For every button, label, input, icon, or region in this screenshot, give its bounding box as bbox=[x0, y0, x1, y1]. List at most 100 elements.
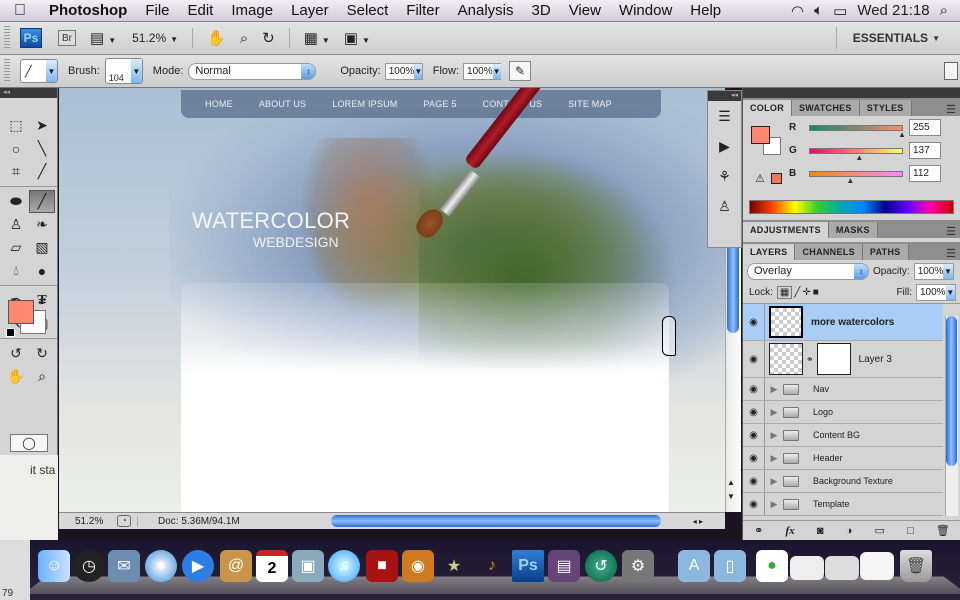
green-slider-handle[interactable]: ▲ bbox=[855, 153, 863, 162]
arrange-documents-icon[interactable]: ▦ ▼ bbox=[304, 29, 330, 47]
green-slider[interactable]: ▲ bbox=[809, 147, 903, 162]
layer-row[interactable]: ◉ ⚭ Layer 3 bbox=[743, 341, 943, 378]
layer-group-row[interactable]: ◉ ▶ Header bbox=[743, 447, 943, 470]
zoom-level-dropdown[interactable]: 51.2% ▼ bbox=[132, 31, 178, 45]
menu-window[interactable]: Window bbox=[610, 0, 681, 22]
tool-preset-picker[interactable]: ╱ ▼ bbox=[20, 59, 58, 83]
quick-mask-button[interactable]: ◯ bbox=[10, 434, 48, 452]
visibility-eye-icon[interactable]: ◉ bbox=[743, 470, 765, 492]
lock-transparency-icon[interactable]: ▦ bbox=[776, 286, 793, 299]
wifi-icon[interactable]: ◠ bbox=[791, 2, 804, 20]
link-layers-icon[interactable]: ⚭ bbox=[754, 524, 763, 537]
dock-front-row-icon[interactable]: ▤ bbox=[548, 550, 580, 582]
document-canvas[interactable]: HOME ABOUT US LOREM IPSUM PAGE 5 CONTACT… bbox=[59, 88, 725, 512]
clone-source-panel-icon[interactable]: ♙ bbox=[708, 191, 741, 221]
default-colors-icon[interactable] bbox=[6, 328, 15, 337]
dock-minimized-window-3[interactable] bbox=[860, 552, 894, 580]
zoom-tool-icon[interactable]: ⌕ bbox=[240, 30, 248, 47]
group-name[interactable]: Logo bbox=[813, 407, 833, 417]
red-slider[interactable]: ▲ bbox=[809, 124, 906, 139]
horizontal-scroll-thumb[interactable] bbox=[331, 515, 661, 527]
group-name[interactable]: Content BG bbox=[813, 430, 860, 440]
flow-input[interactable]: 100% ▼ bbox=[463, 62, 502, 80]
healing-brush-tool-icon[interactable]: ⬬ bbox=[3, 190, 29, 213]
crop-tool-icon[interactable]: ⌗ bbox=[3, 160, 29, 183]
layers-scroll-thumb[interactable] bbox=[946, 316, 957, 466]
group-name[interactable]: Nav bbox=[813, 384, 829, 394]
foreground-color-swatch[interactable] bbox=[8, 300, 34, 324]
visibility-eye-icon[interactable]: ◉ bbox=[743, 341, 765, 377]
collapse-icon[interactable]: ◂◂ bbox=[708, 91, 741, 101]
layer-group-row[interactable]: ◉ ▶ Background Texture bbox=[743, 470, 943, 493]
adjustment-layer-icon[interactable]: ◑ bbox=[846, 525, 853, 537]
dock-itunes-icon[interactable]: ♫ bbox=[328, 550, 360, 582]
new-group-icon[interactable]: ▭ bbox=[874, 524, 884, 537]
scroll-up-icon[interactable]: ▲ bbox=[727, 478, 735, 487]
dock-address-book-icon[interactable]: @ bbox=[220, 550, 252, 582]
history-panel-icon[interactable]: ☰ bbox=[708, 101, 741, 131]
menu-select[interactable]: Select bbox=[338, 0, 398, 22]
panel-menu-icon[interactable]: ☰ bbox=[946, 225, 960, 238]
menu-analysis[interactable]: Analysis bbox=[449, 0, 523, 22]
dock-trash-icon[interactable]: 🗑︎ bbox=[900, 550, 932, 582]
layer-group-row[interactable]: ◉ ▶ Nav bbox=[743, 378, 943, 401]
expand-triangle-icon[interactable]: ▶ bbox=[765, 430, 783, 441]
menu-filter[interactable]: Filter bbox=[397, 0, 448, 22]
brush-tool-icon[interactable]: ╱ bbox=[29, 190, 55, 213]
marquee-tool-icon[interactable]: ⬚ bbox=[3, 114, 29, 137]
dock-document-icon[interactable]: ● bbox=[756, 550, 788, 582]
layer-mask-thumbnail[interactable] bbox=[816, 343, 851, 375]
menu-app-name[interactable]: Photoshop bbox=[40, 0, 136, 22]
expand-triangle-icon[interactable]: ▶ bbox=[765, 499, 783, 510]
panel-dock-icon[interactable] bbox=[944, 62, 958, 80]
layer-row-selected[interactable]: ◉ more watercolors bbox=[743, 304, 943, 341]
layer-name[interactable]: Layer 3 bbox=[859, 354, 892, 365]
panel-header[interactable] bbox=[743, 88, 960, 98]
move-tool-icon[interactable]: ➤ bbox=[29, 114, 55, 137]
tab-masks[interactable]: MASKS bbox=[828, 222, 878, 238]
scroll-left-right-icon[interactable]: ◂ ▸ bbox=[693, 517, 725, 526]
mode-select[interactable]: Normal ↕ bbox=[188, 62, 317, 80]
volume-icon[interactable]: 🔈︎ bbox=[814, 2, 823, 19]
status-info-icon[interactable]: ◔ bbox=[117, 515, 131, 527]
visibility-eye-icon[interactable]: ◉ bbox=[743, 304, 765, 340]
battery-icon[interactable]: ▭ bbox=[833, 2, 847, 20]
rotate-view-icon[interactable]: ↻ bbox=[262, 29, 275, 47]
tab-styles[interactable]: STYLES bbox=[859, 100, 912, 116]
status-zoom[interactable]: 51.2% bbox=[59, 516, 117, 527]
gamut-warning-icon[interactable]: ⚠ bbox=[755, 172, 765, 185]
green-value[interactable]: 137 bbox=[909, 142, 941, 159]
eyedropper-tool-icon[interactable]: ╱ bbox=[29, 160, 55, 183]
color-fg-swatch[interactable] bbox=[751, 126, 770, 144]
expand-triangle-icon[interactable]: ▶ bbox=[765, 453, 783, 464]
dock-applications-folder-icon[interactable]: A bbox=[678, 550, 710, 582]
dodge-tool-icon[interactable]: ● bbox=[29, 259, 55, 282]
menu-3d[interactable]: 3D bbox=[523, 0, 560, 22]
tab-paths[interactable]: PATHS bbox=[862, 244, 909, 260]
actions-panel-icon[interactable]: ▶ bbox=[708, 131, 741, 161]
tab-channels[interactable]: CHANNELS bbox=[795, 244, 863, 260]
link-chain-icon[interactable]: ⚭ bbox=[806, 354, 814, 365]
dock-time-machine-icon[interactable]: ↺ bbox=[585, 550, 617, 582]
blue-slider-handle[interactable]: ▲ bbox=[846, 176, 854, 185]
blue-slider[interactable]: ▲ bbox=[809, 170, 903, 185]
lock-position-icon[interactable]: ✛ bbox=[802, 287, 810, 298]
menu-help[interactable]: Help bbox=[681, 0, 730, 22]
tab-layers[interactable]: LAYERS bbox=[743, 244, 796, 260]
layer-name[interactable]: more watercolors bbox=[811, 317, 894, 328]
menu-view[interactable]: View bbox=[560, 0, 610, 22]
dock-garageband-icon[interactable]: ♪ bbox=[476, 550, 508, 582]
dock-photoshop-icon[interactable]: Ps bbox=[512, 550, 544, 582]
menu-clock[interactable]: Wed 21:18 bbox=[857, 2, 929, 19]
tab-color[interactable]: COLOR bbox=[743, 100, 792, 116]
menu-image[interactable]: Image bbox=[222, 0, 282, 22]
expand-triangle-icon[interactable]: ▶ bbox=[765, 476, 783, 487]
apple-icon[interactable]:  bbox=[0, 2, 40, 20]
menu-layer[interactable]: Layer bbox=[282, 0, 338, 22]
layer-group-row[interactable]: ◉ ▶ Logo bbox=[743, 401, 943, 424]
visibility-eye-icon[interactable]: ◉ bbox=[743, 401, 765, 423]
3d-orbit-tool-icon[interactable]: ↻ bbox=[29, 342, 55, 365]
dock-documents-folder-icon[interactable]: ▯ bbox=[714, 550, 746, 582]
delete-layer-icon[interactable]: 🗑︎ bbox=[936, 524, 950, 537]
dock-safari-icon[interactable]: ✶ bbox=[145, 550, 177, 582]
